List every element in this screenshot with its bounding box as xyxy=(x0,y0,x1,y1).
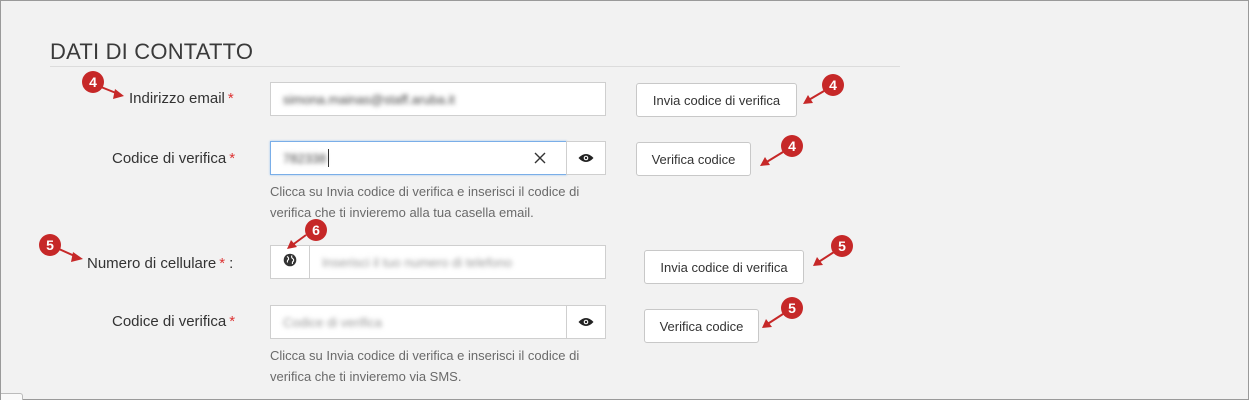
phone-code-placeholder: Codice di verifica xyxy=(283,314,382,330)
email-label-text: Indirizzo email xyxy=(129,90,225,107)
section-divider xyxy=(50,66,900,67)
email-value: simona.mainas@staff.aruba.it xyxy=(283,91,455,107)
phone-code-label: Codice di verifica * xyxy=(112,313,235,330)
email-code-label-text: Codice di verifica xyxy=(112,150,227,167)
email-label: Indirizzo email * xyxy=(129,90,234,107)
required-mark: * xyxy=(229,313,236,330)
annotation-arrow xyxy=(803,90,825,104)
send-sms-code-button[interactable]: Invia codice di verifica xyxy=(644,250,804,284)
phone-label: Numero di cellulare *: xyxy=(87,255,233,272)
text-caret xyxy=(328,149,330,167)
label-colon: : xyxy=(229,255,234,272)
help-line: verifica che ti invieremo via SMS. xyxy=(270,369,462,384)
required-mark: * xyxy=(229,150,236,167)
eye-icon[interactable] xyxy=(566,305,606,339)
required-mark: * xyxy=(219,255,226,272)
annotation-arrow xyxy=(760,151,784,166)
phone-code-help: Clicca su Invia codice di verifica e ins… xyxy=(270,345,610,387)
annotation-arrow xyxy=(813,251,835,266)
send-email-code-button[interactable]: Invia codice di verifica xyxy=(636,83,797,117)
annotation-arrow xyxy=(287,234,307,249)
email-code-value: 782338 xyxy=(283,150,327,166)
email-code-input[interactable]: 782338 xyxy=(270,141,567,175)
globe-icon xyxy=(283,253,297,272)
verify-email-code-button[interactable]: Verifica codice xyxy=(636,142,751,176)
eye-icon[interactable] xyxy=(566,141,606,175)
email-input[interactable]: simona.mainas@staff.aruba.it xyxy=(270,82,606,116)
annotation-arrow xyxy=(58,248,83,262)
email-code-label: Codice di verifica * xyxy=(112,150,235,167)
corner-tab xyxy=(1,393,23,400)
email-code-help: Clicca su Invia codice di verifica e ins… xyxy=(270,181,610,223)
required-mark: * xyxy=(227,90,234,107)
verify-sms-code-button[interactable]: Verifica codice xyxy=(644,309,759,343)
close-icon[interactable] xyxy=(525,142,555,174)
section-title: DATI DI CONTATTO xyxy=(50,39,254,64)
annotation-arrow xyxy=(100,86,124,99)
help-line: Clicca su Invia codice di verifica e ins… xyxy=(270,184,580,199)
help-line: Clicca su Invia codice di verifica e ins… xyxy=(270,348,580,363)
phone-code-label-text: Codice di verifica xyxy=(112,313,227,330)
phone-code-input[interactable]: Codice di verifica xyxy=(270,305,567,339)
phone-input[interactable]: Inserisci il tuo numero di telefono xyxy=(309,245,606,279)
phone-label-text: Numero di cellulare xyxy=(87,255,217,272)
annotation-arrow xyxy=(762,313,784,328)
phone-placeholder: Inserisci il tuo numero di telefono xyxy=(322,254,513,270)
